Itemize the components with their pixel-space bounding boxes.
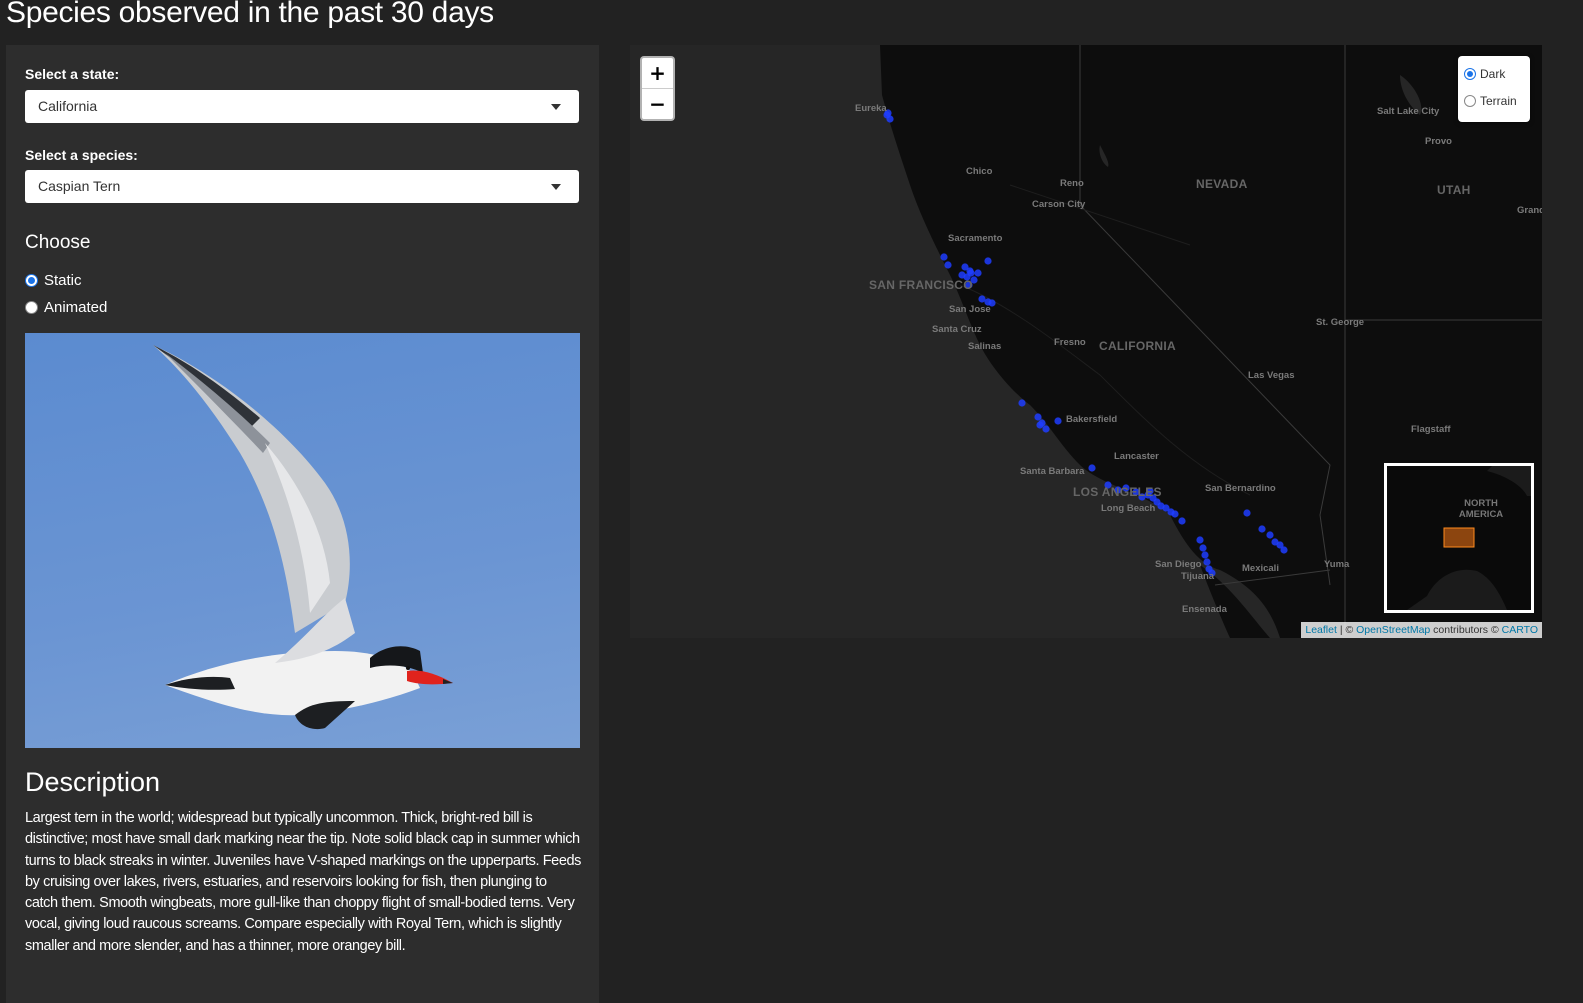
map-label: Provo — [1425, 136, 1452, 147]
layer-control: Dark Terrain — [1458, 56, 1530, 122]
mode-radio-label: Animated — [44, 299, 108, 316]
leaflet-link[interactable]: Leaflet — [1305, 624, 1337, 636]
observation-point[interactable] — [1034, 413, 1042, 421]
observation-map[interactable]: Eureka Chico Reno Carson City NEVADA UTA… — [630, 45, 1542, 638]
map-label: Lancaster — [1114, 451, 1159, 462]
map-label: Yuma — [1324, 559, 1350, 570]
observation-point[interactable] — [1196, 536, 1204, 544]
map-label: Sacramento — [948, 233, 1003, 244]
zoom-control: + − — [640, 56, 675, 121]
map-attribution: Leaflet | © OpenStreetMap contributors ©… — [1301, 622, 1542, 638]
observation-point[interactable] — [1243, 509, 1251, 517]
description-text: Largest tern in the world; widespread bu… — [25, 810, 581, 954]
page-title: Species observed in the past 30 days — [6, 0, 494, 29]
state-select-value: California — [38, 98, 98, 114]
map-label: Long Beach — [1101, 503, 1156, 514]
map-label: St. George — [1316, 317, 1365, 328]
carto-link[interactable]: CARTO — [1502, 624, 1538, 636]
observation-point[interactable] — [1054, 417, 1062, 425]
observation-point[interactable] — [1280, 546, 1288, 554]
species-select[interactable]: Caspian Tern — [25, 170, 579, 203]
layer-option-dark[interactable]: Dark — [1464, 67, 1505, 81]
state-select-label: Select a state: — [25, 66, 120, 82]
observation-point[interactable] — [984, 257, 992, 265]
zoom-out-button[interactable]: − — [642, 89, 673, 119]
layer-option-terrain[interactable]: Terrain — [1464, 94, 1517, 108]
observation-point[interactable] — [1088, 464, 1096, 472]
observation-point[interactable] — [1178, 517, 1186, 525]
chevron-down-icon — [551, 104, 561, 110]
map-label: Grand — [1517, 205, 1542, 216]
observation-point[interactable] — [1199, 544, 1207, 552]
map-label: Flagstaff — [1411, 424, 1451, 435]
map-label: UTAH — [1437, 183, 1471, 197]
observation-point[interactable] — [940, 253, 948, 261]
minimap-basemap — [1387, 466, 1531, 610]
observation-point[interactable] — [966, 267, 974, 275]
attribution-separator: | © — [1336, 624, 1357, 636]
map-label: Chico — [966, 166, 993, 177]
map-label: Fresno — [1054, 337, 1086, 348]
observation-point[interactable] — [1203, 558, 1211, 566]
observation-point[interactable] — [974, 269, 982, 277]
radio-icon[interactable] — [25, 301, 38, 314]
map-label: Santa Cruz — [932, 324, 982, 335]
zoom-in-button[interactable]: + — [642, 58, 673, 89]
mode-radio-label: Static — [44, 272, 82, 289]
observation-point[interactable] — [944, 261, 952, 269]
sidebar: Select a state: California Select a spec… — [6, 45, 599, 1003]
map-label: CALIFORNIA — [1099, 339, 1176, 353]
description-heading: Description — [25, 767, 161, 797]
map-label: Tijuana — [1181, 571, 1215, 582]
observation-point[interactable] — [1018, 399, 1026, 407]
map-label: LOS ANGELES — [1073, 485, 1162, 499]
species-photo — [25, 333, 580, 748]
map-label: San Diego — [1155, 559, 1202, 570]
map-label: Reno — [1060, 178, 1084, 189]
observation-point[interactable] — [1036, 421, 1044, 429]
radio-icon[interactable] — [1464, 68, 1476, 80]
map-label: SAN FRANCISCO — [869, 278, 973, 292]
choose-heading: Choose — [25, 232, 91, 253]
map-label: Las Vegas — [1248, 370, 1295, 381]
species-select-value: Caspian Tern — [38, 178, 121, 194]
observation-point[interactable] — [1042, 425, 1050, 433]
caspian-tern-illustration — [153, 345, 453, 730]
map-label: Eureka — [855, 103, 887, 114]
minimap-viewport-box — [1443, 527, 1475, 548]
map-label: Salt Lake City — [1377, 106, 1440, 117]
species-select-label: Select a species: — [25, 147, 138, 163]
observation-point[interactable] — [1266, 531, 1274, 539]
observation-point[interactable] — [1201, 551, 1209, 559]
map-label: San Jose — [949, 304, 991, 315]
observation-point[interactable] — [1171, 510, 1179, 518]
minimap-label: NORTH AMERICA — [1458, 498, 1504, 520]
map-label: NEVADA — [1196, 177, 1248, 191]
radio-icon[interactable] — [25, 274, 38, 287]
observation-point[interactable] — [1258, 525, 1266, 533]
osm-link[interactable]: OpenStreetMap — [1356, 624, 1430, 636]
map-label: Salinas — [968, 341, 1002, 352]
map-label: Ensenada — [1182, 604, 1227, 615]
map-label: Bakersfield — [1066, 414, 1118, 425]
chevron-down-icon — [551, 184, 561, 190]
map-label: San Bernardino — [1205, 483, 1276, 494]
layer-option-label: Terrain — [1480, 94, 1517, 108]
mode-radio-animated[interactable]: Animated — [25, 299, 107, 316]
minimap[interactable]: NORTH AMERICA — [1384, 463, 1534, 613]
attribution-contributors: contributors © — [1430, 624, 1502, 636]
radio-icon[interactable] — [1464, 95, 1476, 107]
state-select[interactable]: California — [25, 90, 579, 123]
map-label: Mexicali — [1242, 563, 1279, 574]
map-label: Santa Barbara — [1020, 466, 1085, 477]
map-label: Carson City — [1032, 199, 1086, 210]
layer-option-label: Dark — [1480, 67, 1506, 81]
mode-radio-static[interactable]: Static — [25, 272, 82, 289]
